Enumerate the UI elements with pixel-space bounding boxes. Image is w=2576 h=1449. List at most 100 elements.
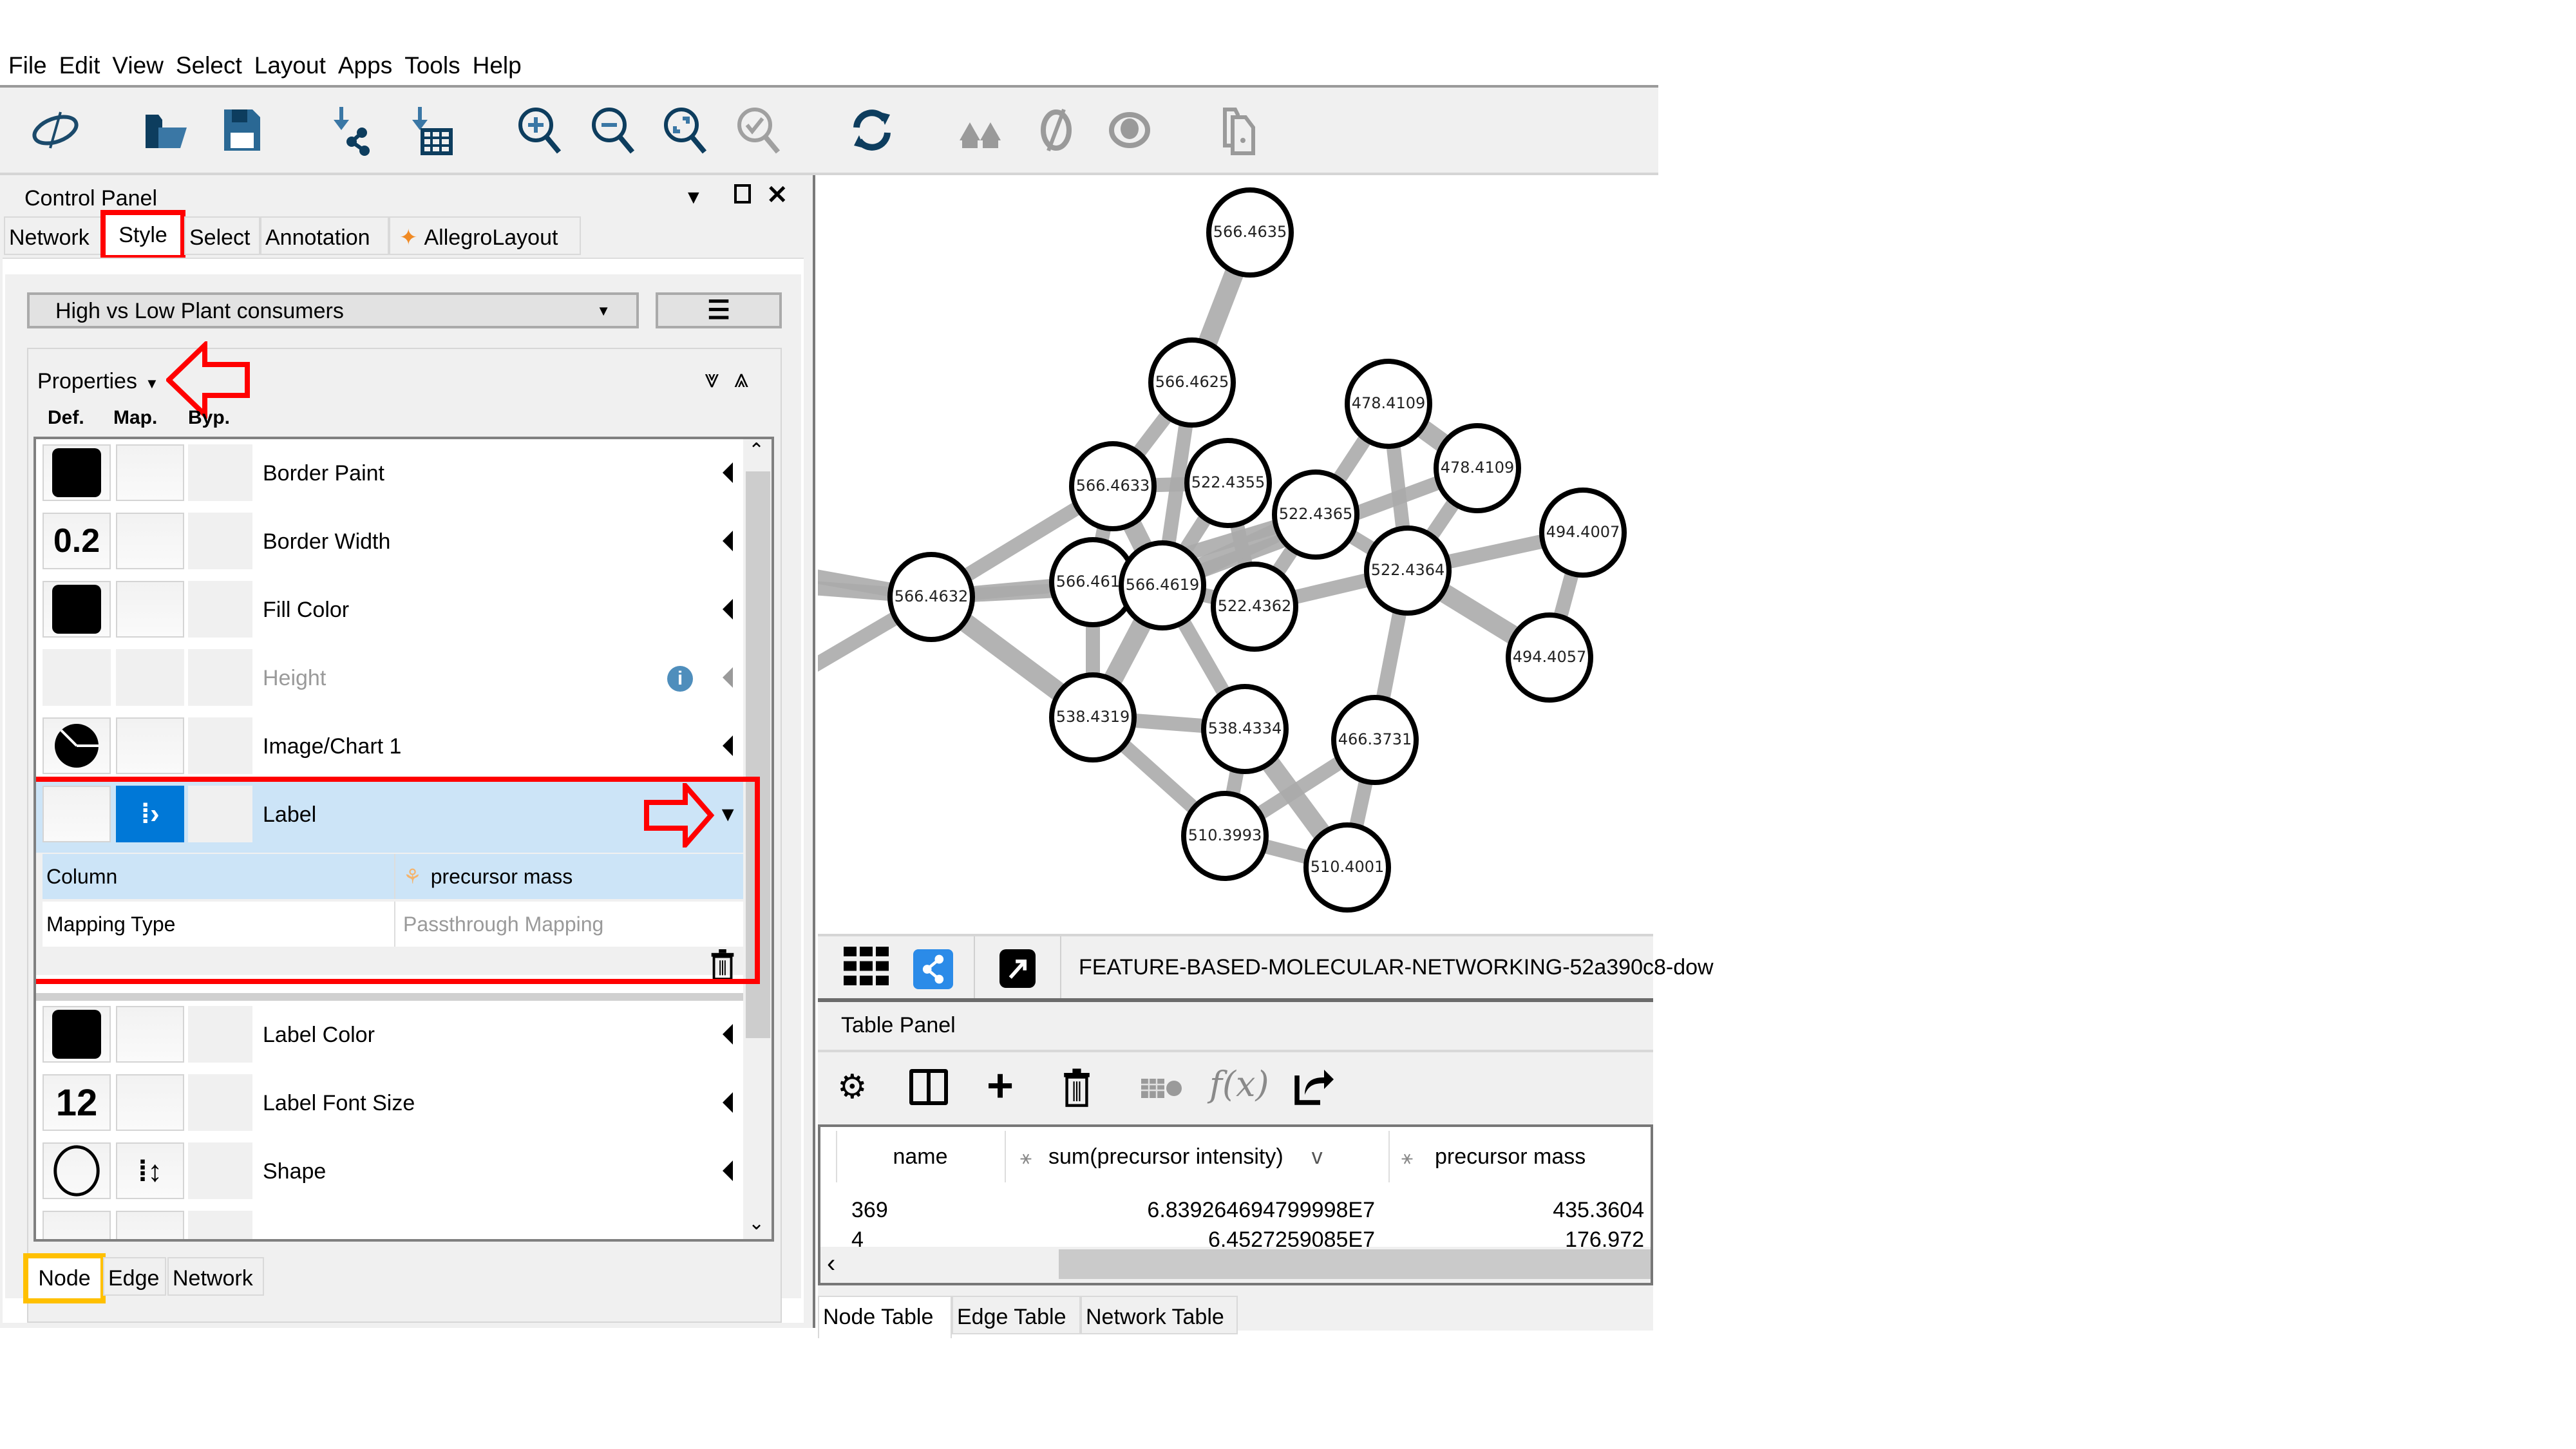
zoom-out-icon[interactable] bbox=[586, 103, 640, 157]
tab-annotation[interactable]: Annotation bbox=[260, 216, 389, 255]
network-node[interactable]: 538.4334 bbox=[1201, 684, 1289, 774]
network-view-icon[interactable] bbox=[913, 949, 953, 989]
property-row-partial[interactable] bbox=[36, 1206, 752, 1239]
mapping-cell[interactable] bbox=[116, 581, 184, 638]
tab-edge[interactable]: Edge bbox=[103, 1257, 166, 1296]
mapping-column-value[interactable]: ⚘ precursor mass bbox=[394, 854, 573, 899]
properties-dropdown[interactable]: Properties ▼ bbox=[37, 362, 159, 403]
cytoscape-logo-icon[interactable] bbox=[28, 103, 82, 157]
function-builder-icon[interactable]: f(x) bbox=[1209, 1064, 1269, 1104]
style-selector[interactable]: High vs Low Plant consumers ▼ bbox=[27, 292, 639, 328]
network-node[interactable]: 494.4007 bbox=[1539, 488, 1627, 578]
default-value-cell[interactable] bbox=[43, 1211, 111, 1239]
network-node[interactable]: 478.4109 bbox=[1434, 423, 1521, 513]
mapping-cell[interactable] bbox=[116, 1211, 184, 1239]
tab-network-table[interactable]: Network Table bbox=[1081, 1296, 1238, 1334]
column-toggle-icon[interactable] bbox=[909, 1069, 948, 1105]
network-canvas[interactable]: 566.4635 566.4625 478.4109 478.4109 566.4633… bbox=[818, 175, 1653, 934]
bypass-cell[interactable] bbox=[188, 1074, 252, 1131]
properties-scrollbar[interactable]: ⌃ ⌄ bbox=[743, 439, 772, 1239]
mapping-column-row[interactable]: Column ⚘ precursor mass bbox=[43, 854, 744, 899]
bypass-cell[interactable] bbox=[188, 649, 252, 706]
export-table-icon[interactable] bbox=[1293, 1064, 1336, 1110]
network-node[interactable]: 466.3731 bbox=[1331, 695, 1419, 785]
column-header-name[interactable]: name bbox=[836, 1131, 1003, 1182]
network-node[interactable]: 522.4365 bbox=[1272, 469, 1359, 560]
info-icon[interactable]: i bbox=[667, 666, 693, 692]
bypass-cell[interactable] bbox=[188, 1211, 252, 1239]
scroll-left-icon[interactable]: ‹ bbox=[827, 1248, 835, 1279]
expand-arrow-icon[interactable] bbox=[723, 667, 733, 688]
collapse-all-icon[interactable]: ⩓ bbox=[734, 365, 749, 393]
property-row-shape[interactable]: ⁞↕ Shape bbox=[36, 1137, 752, 1209]
bypass-cell[interactable] bbox=[188, 786, 252, 842]
expand-arrow-icon[interactable] bbox=[723, 462, 733, 483]
menu-tools[interactable]: Tools bbox=[404, 39, 460, 93]
zoom-fit-icon[interactable] bbox=[658, 103, 712, 157]
default-value-cell[interactable] bbox=[43, 581, 111, 638]
bypass-cell[interactable] bbox=[188, 513, 252, 569]
cell-name[interactable]: 369 bbox=[851, 1194, 888, 1226]
bypass-cell[interactable] bbox=[188, 1006, 252, 1063]
tab-network-style[interactable]: Network bbox=[167, 1257, 264, 1296]
property-row-border-width[interactable]: 0.2 Border Width bbox=[36, 507, 752, 580]
network-node[interactable]: 566.4619 bbox=[1119, 540, 1206, 630]
float-panel-icon[interactable] bbox=[734, 184, 751, 204]
network-node[interactable]: 566.4632 bbox=[887, 552, 975, 642]
refresh-icon[interactable] bbox=[845, 103, 899, 157]
tab-network[interactable]: Network bbox=[4, 216, 102, 255]
network-node[interactable]: 478.4109 bbox=[1345, 359, 1432, 449]
tab-edge-table[interactable]: Edge Table bbox=[952, 1296, 1081, 1334]
mapping-cell[interactable]: ⁞↕ bbox=[116, 1142, 184, 1199]
style-options-menu-button[interactable]: ☰ bbox=[656, 292, 782, 328]
menu-edit[interactable]: Edit bbox=[59, 39, 100, 93]
column-header-precursor-mass[interactable]: ⚹ precursor mass bbox=[1388, 1131, 1651, 1182]
network-node[interactable]: 522.4362 bbox=[1211, 562, 1298, 652]
expand-arrow-icon[interactable] bbox=[723, 735, 733, 756]
default-value-cell[interactable] bbox=[43, 717, 111, 774]
default-value-cell[interactable] bbox=[43, 649, 111, 706]
delete-mapping-icon[interactable] bbox=[710, 949, 735, 985]
bypass-cell[interactable] bbox=[188, 1142, 252, 1199]
mapping-type-row[interactable]: Mapping Type Passthrough Mapping bbox=[43, 902, 744, 947]
property-row-fill-color[interactable]: Fill Color bbox=[36, 576, 752, 648]
network-node[interactable]: 566.4625 bbox=[1148, 337, 1236, 428]
mapping-type-value[interactable]: Passthrough Mapping bbox=[394, 902, 603, 947]
expand-all-icon[interactable]: ⩔ bbox=[705, 365, 719, 393]
collapse-arrow-icon[interactable]: ▼ bbox=[717, 802, 738, 826]
cell-sum-precursor-intensity[interactable]: 6.839264694799998E7 bbox=[1147, 1194, 1375, 1226]
mapping-cell[interactable] bbox=[116, 444, 184, 501]
mapping-cell[interactable] bbox=[116, 649, 184, 706]
default-value-cell[interactable] bbox=[43, 1006, 111, 1063]
menu-help[interactable]: Help bbox=[473, 39, 522, 93]
column-header-sum-precursor-intensity[interactable]: ⚹ sum(precursor intensity) v bbox=[1005, 1131, 1387, 1182]
cell-precursor-mass[interactable]: 435.3604 bbox=[1553, 1194, 1644, 1226]
show-icon[interactable] bbox=[1103, 103, 1157, 157]
default-value-cell[interactable]: 0.2 bbox=[43, 513, 111, 569]
network-node[interactable]: 510.3993 bbox=[1181, 791, 1269, 881]
property-row-image-chart-1[interactable]: Image/Chart 1 bbox=[36, 712, 752, 784]
expand-arrow-icon[interactable] bbox=[723, 599, 733, 620]
network-node[interactable]: 538.4319 bbox=[1049, 672, 1137, 762]
mapping-cell[interactable]: ⁞› bbox=[116, 786, 184, 842]
mapping-cell[interactable] bbox=[116, 513, 184, 569]
menu-apps[interactable]: Apps bbox=[338, 39, 392, 93]
default-value-cell[interactable] bbox=[43, 1142, 111, 1199]
scrollbar-thumb[interactable] bbox=[746, 471, 770, 1038]
property-row-border-paint[interactable]: Border Paint bbox=[36, 439, 752, 511]
network-node[interactable]: 522.4355 bbox=[1184, 438, 1272, 528]
tab-style[interactable]: Style bbox=[100, 210, 185, 260]
mapping-cell[interactable] bbox=[116, 1074, 184, 1131]
scroll-down-icon[interactable]: ⌄ bbox=[748, 1212, 764, 1235]
delete-column-icon[interactable] bbox=[1063, 1066, 1091, 1111]
tab-node[interactable]: Node bbox=[23, 1253, 106, 1303]
detach-view-icon[interactable] bbox=[999, 949, 1036, 988]
mapping-cell[interactable] bbox=[116, 717, 184, 774]
expand-arrow-icon[interactable] bbox=[723, 1160, 733, 1181]
close-panel-icon[interactable]: ✕ bbox=[766, 180, 788, 210]
menu-select[interactable]: Select bbox=[176, 39, 242, 93]
scrollbar-thumb[interactable] bbox=[1059, 1249, 1651, 1279]
import-network-icon[interactable] bbox=[327, 103, 381, 157]
network-node[interactable]: 494.4057 bbox=[1506, 612, 1593, 703]
default-value-cell[interactable] bbox=[43, 444, 111, 501]
